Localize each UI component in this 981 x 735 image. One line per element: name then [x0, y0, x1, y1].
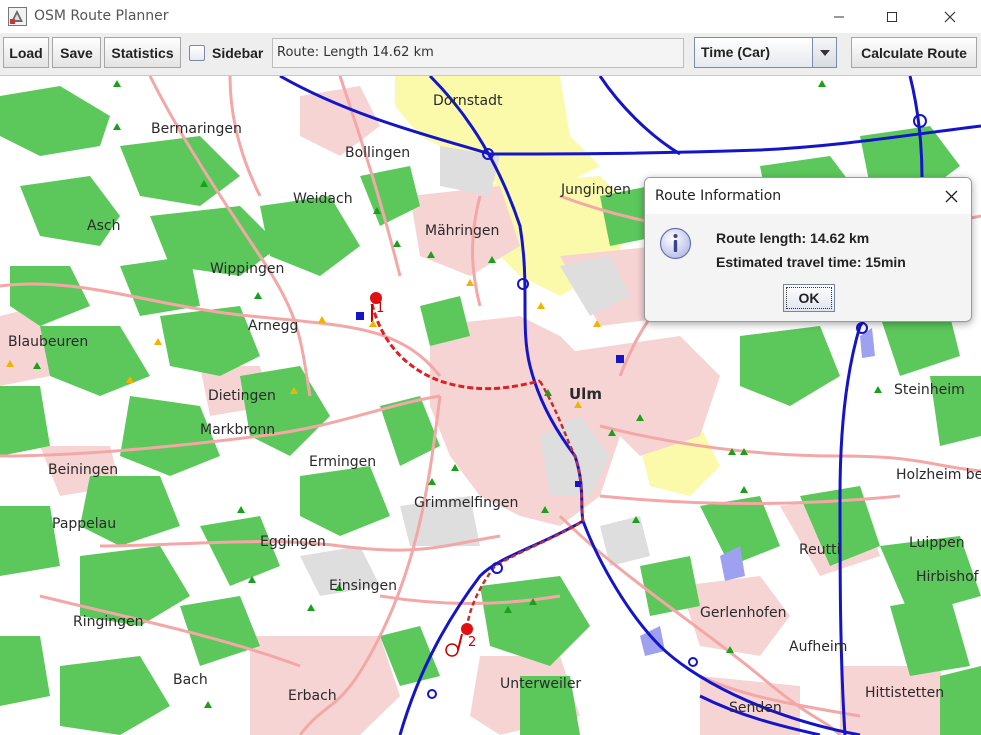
- close-window-button[interactable]: [926, 0, 974, 33]
- route-planner-app-icon: [8, 7, 27, 26]
- place-label: Dornstadt: [433, 93, 503, 109]
- place-label: Ringingen: [73, 614, 144, 630]
- dialog-title-bar: Route Information: [645, 178, 971, 214]
- minimize-button[interactable]: [815, 0, 863, 33]
- sidebar-toggle[interactable]: Sidebar: [189, 41, 263, 65]
- start-marker-label: 1: [376, 301, 385, 316]
- maximize-icon: [887, 11, 897, 22]
- map-view[interactable]: Dornstadt Bermaringen Bollingen Junginge…: [0, 76, 981, 735]
- map-canvas[interactable]: [0, 76, 981, 735]
- place-label: Wippingen: [210, 261, 285, 277]
- travel-time-text: Estimated travel time: 15min: [716, 254, 906, 270]
- place-label: Pappelau: [52, 516, 117, 532]
- place-label: Bach: [173, 672, 208, 688]
- statistics-button[interactable]: Statistics: [104, 37, 181, 68]
- place-label: Dietingen: [208, 388, 276, 404]
- ok-button[interactable]: OK: [783, 284, 835, 312]
- place-label: Arnegg: [248, 318, 299, 334]
- place-label: Unterweiler: [500, 676, 582, 692]
- toolbar: Load Save Statistics Sidebar Route: Leng…: [0, 33, 981, 76]
- app-window: OSM Route Planner Load Save Statistics S…: [0, 0, 981, 735]
- close-icon: [945, 190, 957, 202]
- info-icon: [659, 227, 692, 260]
- place-label: Steinheim: [894, 382, 965, 398]
- route-length-text: Route length: 14.62 km: [716, 230, 870, 246]
- place-label: Reutti: [799, 542, 841, 558]
- calculate-route-button[interactable]: Calculate Route: [851, 37, 977, 68]
- place-label: Blaubeuren: [8, 334, 89, 350]
- end-marker-label: 2: [468, 635, 477, 650]
- load-button[interactable]: Load: [3, 37, 49, 68]
- close-icon: [944, 11, 956, 22]
- sidebar-label: Sidebar: [212, 45, 264, 61]
- place-label: Ulm: [569, 385, 602, 403]
- place-label: Mähringen: [425, 223, 500, 239]
- place-label: Hittistetten: [865, 685, 945, 701]
- dialog-title: Route Information: [655, 188, 782, 204]
- place-label: Hirbishof: [916, 569, 979, 585]
- route-length-field: Route: Length 14.62 km: [272, 38, 684, 68]
- place-label: Jungingen: [561, 182, 631, 198]
- place-label: Asch: [87, 218, 121, 234]
- place-label: Bollingen: [345, 145, 411, 161]
- place-label: Markbronn: [200, 422, 276, 438]
- place-label: Aufheim: [789, 639, 848, 655]
- place-label: Bermaringen: [151, 121, 242, 137]
- place-label: Beiningen: [48, 462, 119, 478]
- travel-mode-value: Time (Car): [701, 44, 770, 60]
- place-label: Erbach: [288, 688, 337, 704]
- minimize-icon: [834, 16, 844, 17]
- place-label: Einsingen: [329, 578, 398, 594]
- route-information-dialog: Route Information Route length: 14.62 km…: [644, 177, 972, 322]
- place-label: Gerlenhofen: [700, 605, 787, 621]
- place-label: Weidach: [293, 191, 353, 207]
- place-label: Senden: [729, 700, 782, 716]
- place-label: Eggingen: [260, 534, 326, 550]
- travel-mode-dropdown-button[interactable]: [812, 38, 836, 67]
- save-button[interactable]: Save: [52, 37, 101, 68]
- sidebar-checkbox[interactable]: [189, 45, 205, 61]
- place-label: Luippen: [909, 535, 965, 551]
- chevron-down-icon: [819, 49, 830, 56]
- travel-mode-select[interactable]: Time (Car): [694, 37, 837, 68]
- place-label: Grimmelfingen: [414, 495, 519, 511]
- title-bar: OSM Route Planner: [0, 0, 981, 33]
- maximize-button[interactable]: [868, 0, 916, 33]
- window-title: OSM Route Planner: [34, 8, 169, 24]
- place-label: Ermingen: [309, 454, 377, 470]
- dialog-close-button[interactable]: [941, 186, 961, 206]
- place-label: Holzheim be: [896, 467, 981, 483]
